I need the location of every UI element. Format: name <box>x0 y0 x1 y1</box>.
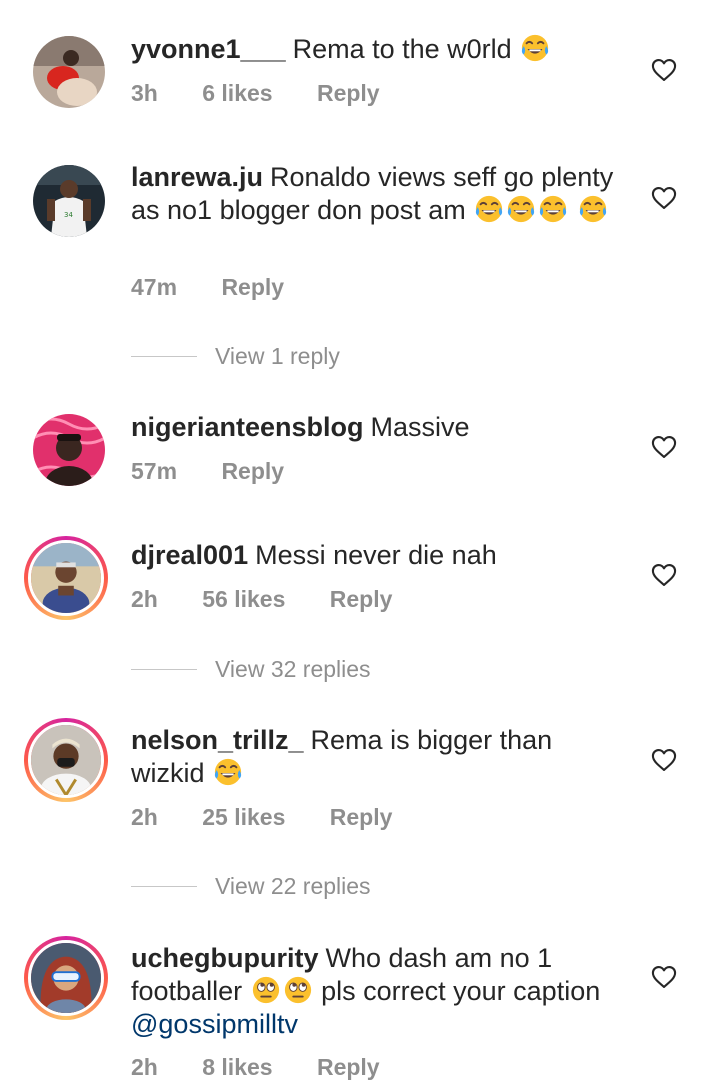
username[interactable]: nelson_trillz_ <box>131 725 304 755</box>
view-replies-label[interactable]: View 1 reply <box>215 343 340 370</box>
view-replies-divider <box>131 355 197 357</box>
laughing-tears-emoji <box>506 194 536 224</box>
reply-button[interactable]: Reply <box>221 274 284 300</box>
reply-button[interactable]: Reply <box>317 1054 380 1080</box>
comment-meta: 57m Reply <box>131 458 322 485</box>
reply-button[interactable]: Reply <box>330 586 393 612</box>
heart-icon[interactable] <box>650 56 678 84</box>
comment-body: Massive <box>370 412 470 442</box>
avatar-photo-uchegbupurity <box>31 943 101 1013</box>
avatar[interactable] <box>33 414 105 486</box>
likes-count[interactable]: 6 likes <box>202 80 272 106</box>
comment-time: 2h <box>131 804 158 830</box>
username[interactable]: nigerianteensblog <box>131 412 364 442</box>
svg-text:34: 34 <box>64 211 73 219</box>
avatar-story-ring[interactable] <box>24 536 108 620</box>
laughing-tears-emoji <box>538 194 568 224</box>
comment-text: yvonne1___ Rema to the w0rld <box>131 33 631 66</box>
username[interactable]: lanrewa.ju <box>131 162 263 192</box>
heart-icon[interactable] <box>650 184 678 212</box>
username[interactable]: djreal001 <box>131 540 248 570</box>
reply-button[interactable]: Reply <box>221 458 284 484</box>
rolling-eyes-emoji <box>251 975 281 1005</box>
username[interactable]: yvonne1___ <box>131 34 286 64</box>
avatar-photo-djreal <box>31 543 101 613</box>
comment-text: djreal001 Messi never die nah <box>131 539 631 572</box>
avatar-photo-nigerianteensblog <box>33 414 105 486</box>
comment-body: Messi never die nah <box>255 540 497 570</box>
comment-meta: 47m Reply <box>131 274 322 301</box>
heart-icon[interactable] <box>650 963 678 991</box>
comment-text: nelson_trillz_ Rema is bigger than wizkid <box>131 724 631 790</box>
heart-icon[interactable] <box>650 746 678 774</box>
heart-icon[interactable] <box>650 561 678 589</box>
laughing-tears-emoji <box>474 194 504 224</box>
reply-button[interactable]: Reply <box>330 804 393 830</box>
comment-time: 57m <box>131 458 178 484</box>
avatar-photo-nelson <box>31 725 101 795</box>
comment-meta: 3h 6 likes Reply <box>131 80 418 107</box>
avatar[interactable] <box>33 36 105 108</box>
avatar-photo-lanrewa: 34 <box>33 165 105 237</box>
likes-count[interactable]: 25 likes <box>202 804 285 830</box>
comment-meta: 2h 8 likes Reply <box>131 1054 418 1081</box>
comment-time: 2h <box>131 1054 158 1080</box>
mention-link[interactable]: @gossipmilltv <box>131 1009 298 1039</box>
view-replies-button[interactable]: View 1 reply <box>131 341 340 371</box>
comment-time: 3h <box>131 80 158 106</box>
reply-button[interactable]: Reply <box>317 80 380 106</box>
likes-count[interactable]: 56 likes <box>202 586 285 612</box>
view-replies-button[interactable]: View 22 replies <box>131 871 371 901</box>
comment-text: nigerianteensblog Massive <box>131 411 631 444</box>
avatar-photo-yvonne <box>33 36 105 108</box>
view-replies-divider <box>131 885 197 887</box>
view-replies-button[interactable]: View 32 replies <box>131 654 371 684</box>
avatar[interactable]: 34 <box>33 165 105 237</box>
comment-body: Rema to the w0rld <box>292 34 512 64</box>
laughing-tears-emoji <box>213 757 243 787</box>
view-replies-label[interactable]: View 22 replies <box>215 873 371 900</box>
comment-text: uchegbupurity Who dash am no 1 footballer… <box>131 942 631 1041</box>
comment-body-part2: pls correct your caption <box>321 976 601 1006</box>
heart-icon[interactable] <box>650 433 678 461</box>
view-replies-label[interactable]: View 32 replies <box>215 656 371 683</box>
laughing-tears-emoji <box>520 33 550 63</box>
rolling-eyes-emoji <box>283 975 313 1005</box>
view-replies-divider <box>131 668 197 670</box>
comment-meta: 2h 56 likes Reply <box>131 586 430 613</box>
avatar-story-ring[interactable] <box>24 718 108 802</box>
username[interactable]: uchegbupurity <box>131 943 319 973</box>
comment-text: lanrewa.ju Ronaldo views seff go plenty a… <box>131 161 631 227</box>
comment-time: 47m <box>131 274 178 300</box>
likes-count[interactable]: 8 likes <box>202 1054 272 1080</box>
avatar-story-ring[interactable] <box>24 936 108 1020</box>
laughing-tears-emoji <box>578 194 608 224</box>
comment-meta: 2h 25 likes Reply <box>131 804 430 831</box>
comment-time: 2h <box>131 586 158 612</box>
